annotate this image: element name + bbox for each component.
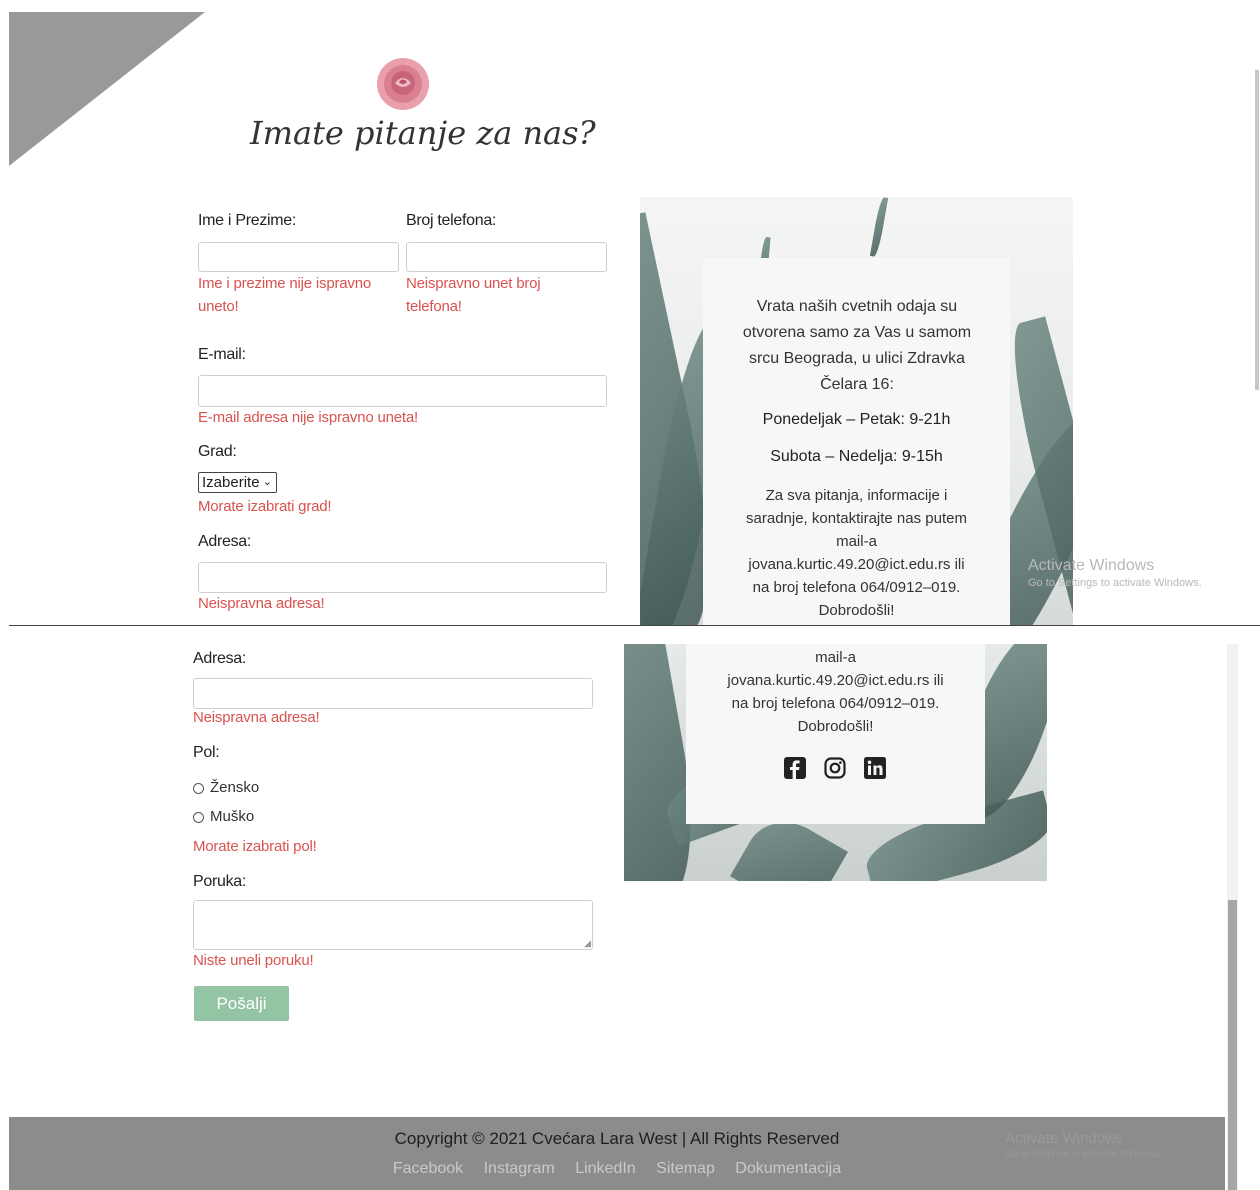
footer-link-sitemap[interactable]: Sitemap: [656, 1160, 715, 1177]
info-contact-2-line3: jovana.kurtic.49.20@ict.edu.rs ili: [727, 672, 944, 689]
info-intro: Vrata naših cvetnih odaja su otvorena sa…: [742, 298, 972, 393]
gender-female-label: Žensko: [210, 779, 260, 796]
gender-option-female[interactable]: Žensko: [193, 779, 259, 796]
address-label-2: Adresa:: [193, 650, 247, 667]
watermark-subtitle-2: Go to Settings to activate Windows.: [1005, 1149, 1163, 1160]
message-error: Niste uneli poruku!: [193, 952, 314, 969]
footer-link-dokumentacija[interactable]: Dokumentacija: [735, 1160, 841, 1177]
rose-icon: [377, 58, 429, 110]
corner-triangle: [9, 12, 205, 166]
name-label: Ime i Prezime:: [198, 212, 297, 229]
info-contact-line2: mail-a: [836, 533, 877, 550]
info-contact-line4: na broj telefona 064/0912–019.: [752, 579, 961, 596]
scrollbar-top[interactable]: [1255, 70, 1259, 390]
radio-female[interactable]: [193, 782, 204, 794]
resize-handle-icon[interactable]: ◢: [584, 938, 591, 949]
city-select-value: Izaberite: [202, 474, 260, 491]
name-error: Ime i prezime nije ispravno uneto!: [198, 275, 372, 315]
address-error: Neispravna adresa!: [198, 595, 325, 612]
facebook-icon[interactable]: [784, 757, 806, 779]
radio-male[interactable]: [193, 811, 204, 823]
gender-error: Morate izabrati pol!: [193, 838, 317, 855]
email-error: E-mail adresa nije ispravno uneta!: [198, 409, 418, 426]
activate-windows-watermark-top: Activate Windows Go to Settings to activ…: [1028, 557, 1202, 589]
phone-error: Neispravno unet broj telefona!: [406, 275, 541, 315]
bottom-section: Adresa: Neispravna adresa! Pol: Žensko M…: [0, 627, 1260, 1190]
activate-windows-watermark-bottom: Activate Windows Go to Settings to activ…: [1005, 1130, 1163, 1160]
info-contact-2-line4: na broj telefona 064/0912–019.: [731, 695, 940, 712]
info-contact-2-line5: Dobrodošli!: [797, 718, 874, 735]
info-card-2: mail-a jovana.kurtic.49.20@ict.edu.rs il…: [686, 644, 985, 824]
footer: Copyright © 2021 Cvećara Lara West | All…: [9, 1117, 1225, 1190]
divider: [9, 625, 1260, 626]
info-contact-line3: jovana.kurtic.49.20@ict.edu.rs ili: [748, 556, 965, 573]
city-error: Morate izabrati grad!: [198, 498, 332, 515]
watermark-subtitle: Go to Settings to activate Windows.: [1028, 577, 1202, 589]
address-input-2[interactable]: [193, 678, 593, 709]
gender-option-male[interactable]: Muško: [193, 808, 254, 825]
info-hours-weekday: Ponedeljak – Petak: 9-21h: [762, 411, 951, 428]
watermark-title-2: Activate Windows: [1005, 1130, 1124, 1147]
phone-label: Broj telefona:: [406, 212, 497, 229]
footer-link-linkedin[interactable]: LinkedIn: [575, 1160, 636, 1177]
info-contact-2-line2: mail-a: [815, 649, 856, 666]
footer-link-facebook[interactable]: Facebook: [393, 1160, 463, 1177]
email-input[interactable]: [198, 375, 607, 407]
name-input[interactable]: [198, 242, 399, 272]
footer-link-instagram[interactable]: Instagram: [484, 1160, 555, 1177]
info-contact: Za sva pitanja, informacije i saradnje, …: [733, 484, 980, 622]
info-hours-weekend: Subota – Nedelja: 9-15h: [770, 448, 943, 465]
city-select[interactable]: Izaberite ⌄: [198, 472, 277, 493]
submit-button[interactable]: Pošalji: [194, 986, 289, 1021]
scrollbar-bottom-thumb[interactable]: [1228, 900, 1237, 1190]
info-contact-line1: Za sva pitanja, informacije i saradnje, …: [746, 487, 967, 527]
email-label: E-mail:: [198, 346, 246, 363]
info-card: Vrata naših cvetnih odaja su otvorena sa…: [703, 258, 1010, 626]
info-contact-line5: Dobrodošli!: [818, 602, 895, 619]
phone-input[interactable]: [406, 242, 607, 272]
linkedin-icon[interactable]: [864, 757, 886, 779]
watermark-title: Activate Windows: [1028, 557, 1155, 574]
address-label: Adresa:: [198, 533, 252, 550]
message-label: Poruka:: [193, 873, 247, 890]
footer-links: Facebook Instagram LinkedIn Sitemap Doku…: [9, 1160, 1225, 1178]
chevron-down-icon: ⌄: [262, 476, 272, 488]
city-label: Grad:: [198, 443, 237, 460]
top-section: Imate pitanje za nas? Ime i Prezime: Bro…: [0, 0, 1260, 626]
info-contact-2: mail-a jovana.kurtic.49.20@ict.edu.rs il…: [706, 646, 965, 738]
message-textarea[interactable]: ◢: [193, 900, 593, 950]
address-error-2: Neispravna adresa!: [193, 709, 320, 726]
social-icons: [784, 757, 894, 781]
address-input[interactable]: [198, 562, 607, 593]
page-title: Imate pitanje za nas?: [250, 114, 596, 152]
gender-male-label: Muško: [210, 808, 255, 825]
instagram-icon[interactable]: [824, 757, 846, 779]
gender-label: Pol:: [193, 744, 220, 761]
